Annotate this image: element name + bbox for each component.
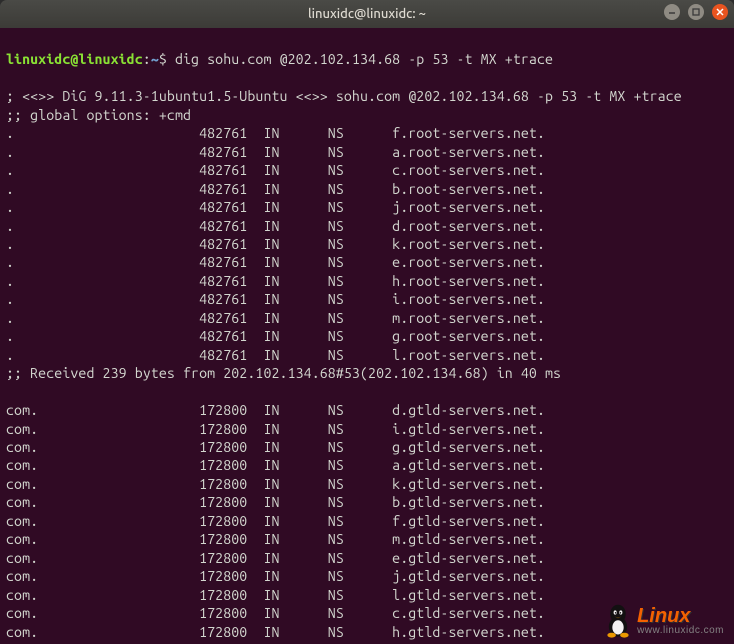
received-summary: ;; Received 239 bytes from 202.102.134.6… — [6, 365, 561, 381]
prompt-path: ~ — [151, 51, 159, 67]
prompt-user-host: linuxidc@linuxidc — [6, 51, 143, 67]
command-text: dig sohu.com @202.102.134.68 -p 53 -t MX… — [175, 51, 553, 67]
window-title: linuxidc@linuxidc: ~ — [0, 7, 734, 21]
tux-icon — [603, 604, 633, 638]
window-titlebar: linuxidc@linuxidc: ~ — [0, 0, 734, 28]
dig-banner: ; <<>> DiG 9.11.3-1ubuntu1.5-Ubuntu <<>>… — [6, 88, 682, 104]
watermark-url: www.linuxidc.com — [637, 626, 724, 636]
dig-options: ;; global options: +cmd — [6, 107, 191, 123]
close-button[interactable] — [712, 4, 728, 20]
maximize-button[interactable] — [688, 4, 704, 20]
minimize-button[interactable] — [664, 4, 680, 20]
watermark-title: Linux — [637, 606, 724, 626]
terminal-output[interactable]: linuxidc@linuxidc:~$ dig sohu.com @202.1… — [0, 28, 734, 644]
root-servers-block: . 482761 IN NS f.root-servers.net. . 482… — [6, 124, 728, 364]
watermark: Linux www.linuxidc.com — [603, 604, 724, 638]
window-controls — [664, 4, 728, 20]
